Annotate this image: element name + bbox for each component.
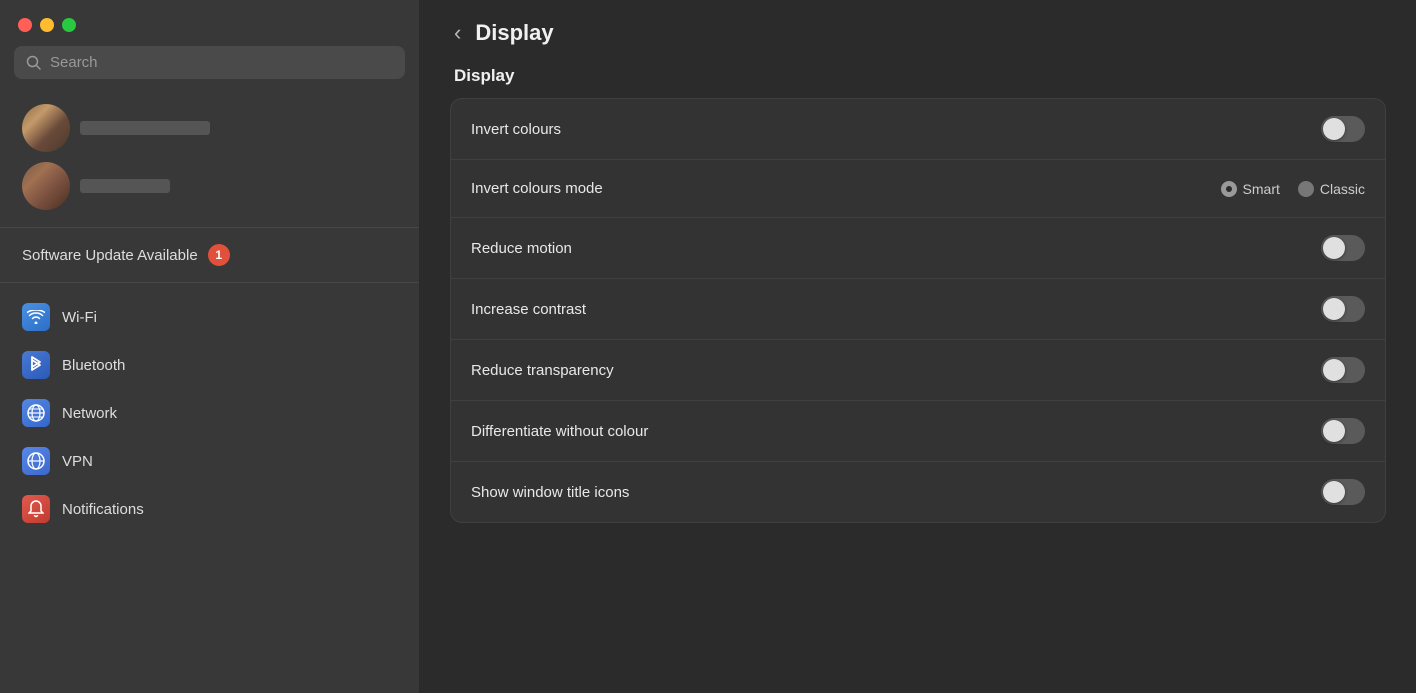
differentiate-toggle-thumb: [1323, 420, 1345, 442]
search-input[interactable]: [50, 54, 393, 71]
reduce-motion-control: [1321, 235, 1365, 261]
increase-contrast-toggle[interactable]: [1321, 296, 1365, 322]
radio-classic[interactable]: Classic: [1298, 181, 1365, 197]
display-settings-panel: Invert colours Invert colours mode Smart: [450, 98, 1386, 523]
invert-colours-mode-control: Smart Classic: [1221, 181, 1365, 197]
divider-2: [0, 282, 419, 283]
increase-contrast-toggle-thumb: [1323, 298, 1345, 320]
invert-colours-mode-label: Invert colours mode: [471, 180, 603, 197]
differentiate-toggle[interactable]: [1321, 418, 1365, 444]
radio-smart-label: Smart: [1243, 181, 1280, 197]
invert-colours-control: [1321, 116, 1365, 142]
differentiate-control: [1321, 418, 1365, 444]
reduce-transparency-toggle[interactable]: [1321, 357, 1365, 383]
reduce-transparency-control: [1321, 357, 1365, 383]
radio-classic-circle: [1298, 181, 1314, 197]
maximize-button[interactable]: [62, 18, 76, 32]
window-title-icons-toggle[interactable]: [1321, 479, 1365, 505]
avatar-2: [22, 162, 70, 210]
reduce-transparency-label: Reduce transparency: [471, 362, 614, 379]
sidebar: Software Update Available 1 Wi-Fi B: [0, 0, 420, 693]
reduce-motion-label: Reduce motion: [471, 240, 572, 257]
settings-row-invert-colours-mode: Invert colours mode Smart Classic: [451, 160, 1385, 218]
settings-row-differentiate: Differentiate without colour: [451, 401, 1385, 462]
sidebar-label-wifi: Wi-Fi: [62, 309, 97, 326]
settings-row-reduce-motion: Reduce motion: [451, 218, 1385, 279]
page-title: Display: [475, 20, 553, 46]
divider-1: [0, 227, 419, 228]
notifications-icon: [22, 495, 50, 523]
vpn-icon: [22, 447, 50, 475]
sidebar-item-vpn[interactable]: VPN: [0, 437, 419, 485]
radio-classic-label: Classic: [1320, 181, 1365, 197]
main-content: ‹ Display Display Invert colours Invert …: [420, 0, 1416, 693]
sidebar-label-bluetooth: Bluetooth: [62, 357, 125, 374]
invert-colours-mode-radio-group: Smart Classic: [1221, 181, 1365, 197]
settings-row-invert-colours: Invert colours: [451, 99, 1385, 160]
software-update-label: Software Update Available: [22, 247, 198, 264]
window-title-icons-label: Show window title icons: [471, 484, 629, 501]
reduce-motion-toggle-thumb: [1323, 237, 1345, 259]
increase-contrast-control: [1321, 296, 1365, 322]
sidebar-item-bluetooth[interactable]: Bluetooth: [0, 341, 419, 389]
user-name-1: [80, 121, 210, 135]
software-update-item[interactable]: Software Update Available 1: [0, 234, 419, 276]
avatar-1: [22, 104, 70, 152]
back-button[interactable]: ‹: [450, 22, 465, 44]
sidebar-item-wifi[interactable]: Wi-Fi: [0, 293, 419, 341]
bluetooth-icon: [22, 351, 50, 379]
user-item-1[interactable]: [14, 99, 405, 157]
sidebar-label-vpn: VPN: [62, 453, 93, 470]
settings-row-window-title-icons: Show window title icons: [451, 462, 1385, 522]
invert-colours-label: Invert colours: [471, 121, 561, 138]
wifi-icon: [22, 303, 50, 331]
differentiate-label: Differentiate without colour: [471, 423, 648, 440]
invert-colours-toggle-thumb: [1323, 118, 1345, 140]
network-icon: [22, 399, 50, 427]
invert-colours-toggle[interactable]: [1321, 116, 1365, 142]
sidebar-label-network: Network: [62, 405, 117, 422]
radio-smart-circle: [1221, 181, 1237, 197]
page-header: ‹ Display: [450, 20, 1386, 46]
close-button[interactable]: [18, 18, 32, 32]
sidebar-nav: Wi-Fi Bluetooth Network: [0, 289, 419, 693]
window-title-icons-toggle-thumb: [1323, 481, 1345, 503]
minimize-button[interactable]: [40, 18, 54, 32]
search-bar[interactable]: [14, 46, 405, 79]
settings-row-increase-contrast: Increase contrast: [451, 279, 1385, 340]
settings-row-reduce-transparency: Reduce transparency: [451, 340, 1385, 401]
user-item-2[interactable]: [14, 157, 405, 215]
window-title-icons-control: [1321, 479, 1365, 505]
sidebar-item-network[interactable]: Network: [0, 389, 419, 437]
increase-contrast-label: Increase contrast: [471, 301, 586, 318]
user-list: [0, 93, 419, 221]
radio-smart[interactable]: Smart: [1221, 181, 1280, 197]
search-icon: [26, 55, 42, 71]
sidebar-label-notifications: Notifications: [62, 501, 144, 518]
user-name-2: [80, 179, 170, 193]
section-title: Display: [450, 66, 1386, 86]
reduce-transparency-toggle-thumb: [1323, 359, 1345, 381]
traffic-lights: [0, 0, 419, 46]
sidebar-item-notifications[interactable]: Notifications: [0, 485, 419, 533]
reduce-motion-toggle[interactable]: [1321, 235, 1365, 261]
update-badge: 1: [208, 244, 230, 266]
